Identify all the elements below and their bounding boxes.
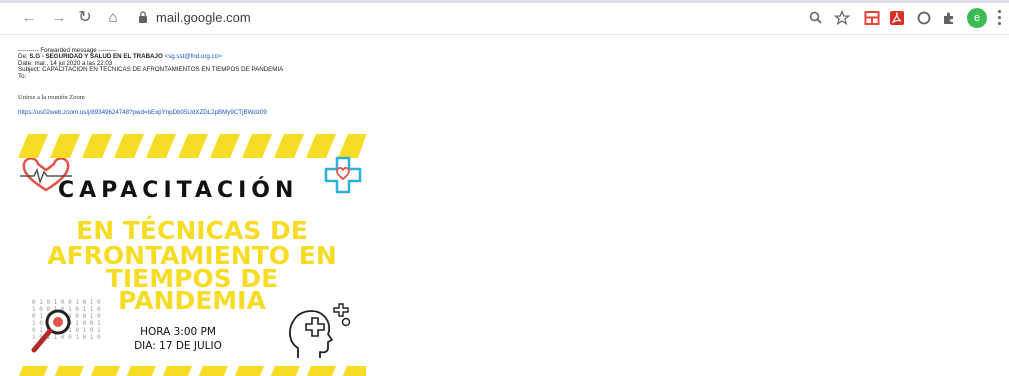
flyer-date: DIA: 17 DE JULIO: [134, 340, 222, 352]
pdf-extension-icon[interactable]: [889, 10, 905, 26]
medical-cross-icon: [324, 156, 362, 194]
svg-text:1 0 0 1 0 1 0 1 1 0 1: 1 0 0 1 0 1 0 1 1 0 1: [32, 306, 102, 313]
reload-button[interactable]: ↻: [76, 9, 94, 27]
tab-strip: [0, 0, 1009, 3]
url-text[interactable]: mail.google.com: [156, 10, 251, 25]
flyer-subtitle-line-1: EN TÉCNICAS DE: [76, 216, 308, 245]
head-mind-icon: [289, 303, 351, 358]
home-button[interactable]: ⌂: [104, 9, 122, 27]
extension-circle-icon[interactable]: [916, 10, 932, 26]
zoom-meeting-link[interactable]: https://us02web.zoom.us/j/89349624748?pw…: [18, 109, 267, 116]
back-button[interactable]: ←: [20, 9, 38, 27]
browser-menu-icon[interactable]: [998, 10, 1002, 26]
flyer-title: CAPACITACIÓN: [58, 178, 299, 203]
to-line: To:: [18, 72, 27, 80]
flyer-image: CAPACITACIÓN EN TÉCNICAS DE AFRONTAMIENT…: [18, 130, 366, 376]
star-icon[interactable]: [834, 10, 850, 26]
bottom-stripes: [18, 366, 366, 376]
binary-magnifier-icon: 0 1 0 1 0 0 1 0 1 0 0 1 0 0 1 0 1 0 1 1 …: [31, 299, 102, 353]
lock-icon: [139, 11, 147, 23]
zoom-invite: Unirse a la reunión Zoom https://us02web…: [18, 94, 267, 119]
profile-avatar[interactable]: e: [967, 8, 987, 28]
zoom-icon[interactable]: [808, 10, 824, 26]
top-stripes: [18, 134, 366, 158]
flyer-time: HORA 3:00 PM: [140, 326, 216, 338]
svg-text:0 1 0 1 0 0 1 0 1 0 0: 0 1 0 1 0 0 1 0 1 0 0: [32, 299, 102, 306]
browser-toolbar: ← → ↻ ⌂ mail.google.com e: [0, 0, 1009, 35]
from-email-link[interactable]: <sg.sst@fnd.org.co>: [165, 53, 222, 60]
email-body: ---------- Forwarded message --------- D…: [18, 47, 418, 80]
zoom-prompt: Unirse a la reunión Zoom: [18, 94, 85, 101]
forward-button[interactable]: →: [50, 9, 68, 27]
extensions-puzzle-icon[interactable]: [941, 10, 957, 26]
extension-red-icon[interactable]: [864, 10, 880, 26]
address-bar[interactable]: mail.google.com: [132, 7, 992, 29]
